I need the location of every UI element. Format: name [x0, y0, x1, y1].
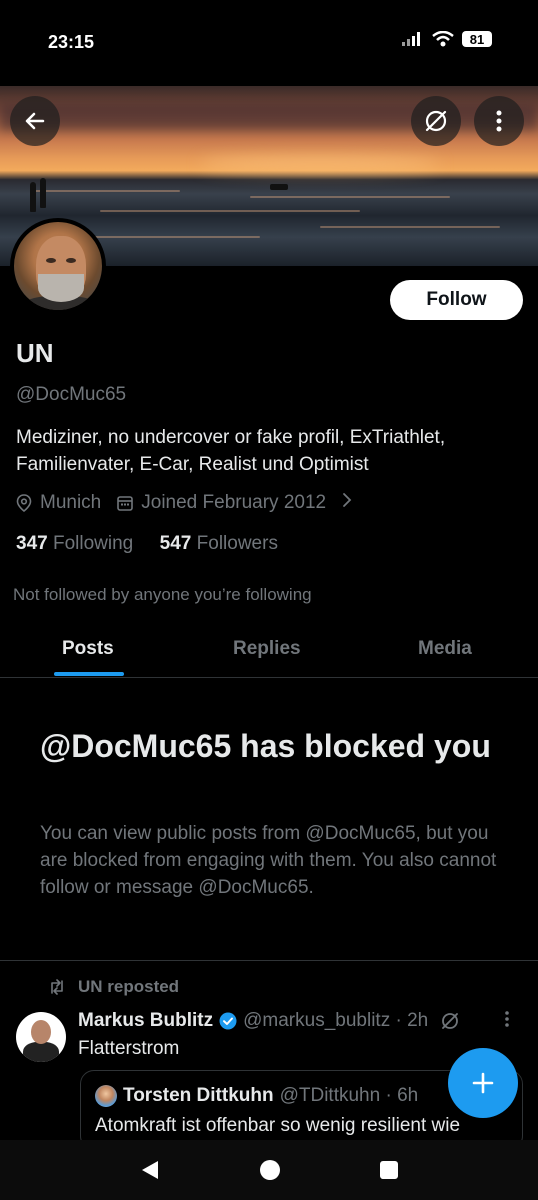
- system-nav-bar: [0, 1140, 538, 1200]
- avatar-beard: [38, 274, 84, 302]
- followers-label: Followers: [196, 533, 278, 554]
- active-tab-indicator: [54, 672, 124, 676]
- repost-label[interactable]: UN reposted: [78, 977, 179, 997]
- avatar-eye: [66, 258, 76, 263]
- profile-location: Munich: [40, 492, 102, 513]
- divider: [0, 960, 538, 961]
- quoted-author-avatar: [95, 1085, 117, 1107]
- profile-meta: Munich Joined February 2012: [16, 492, 352, 514]
- plus-icon: [472, 1072, 494, 1094]
- post-more-button[interactable]: [504, 1010, 510, 1033]
- status-bar: 23:15 81: [0, 0, 538, 86]
- compose-post-button[interactable]: [448, 1048, 518, 1118]
- profile-bio: Mediziner, no undercover or fake profil,…: [16, 427, 446, 475]
- grok-button[interactable]: [411, 96, 461, 146]
- back-button[interactable]: [10, 96, 60, 146]
- profile-avatar[interactable]: [10, 218, 106, 314]
- banner-person: [40, 178, 46, 208]
- verified-badge-icon: [219, 1012, 237, 1030]
- nav-home-icon[interactable]: [259, 1159, 281, 1181]
- back-arrow-icon: [25, 112, 45, 130]
- profile-tabs: Posts Replies Media: [0, 622, 538, 678]
- nav-back-icon[interactable]: [139, 1159, 161, 1181]
- banner-wave: [250, 196, 450, 198]
- post-header: Markus Bublitz @markus_bublitz · 2h: [78, 1010, 460, 1032]
- banner-wave: [100, 210, 360, 212]
- follow-counts: 347 Following 547 Followers: [16, 533, 278, 555]
- battery-indicator: 81: [462, 31, 492, 47]
- not-followed-note: Not followed by anyone you’re following: [13, 585, 312, 604]
- grok-icon[interactable]: [440, 1011, 460, 1031]
- tab-posts[interactable]: Posts: [62, 638, 114, 660]
- status-icons: 81: [402, 31, 492, 47]
- grok-icon: [425, 110, 447, 132]
- quoted-post-text: Atomkraft ist offenbar so wenig resilien…: [95, 1115, 461, 1136]
- quoted-author-name: Torsten Dittkuhn: [123, 1085, 274, 1106]
- more-vertical-icon: [505, 1011, 509, 1027]
- banner-wave: [320, 226, 500, 228]
- following-count: 347: [16, 533, 48, 554]
- calendar-icon: [117, 495, 134, 511]
- tab-replies[interactable]: Replies: [233, 638, 301, 660]
- banner-glow: [200, 156, 440, 172]
- wifi-icon: [432, 31, 454, 47]
- signal-icon: [402, 32, 420, 46]
- profile-joined: Joined February 2012: [141, 492, 327, 513]
- nav-recents-icon[interactable]: [379, 1160, 399, 1180]
- more-vertical-icon: [496, 110, 502, 132]
- location-pin-icon: [16, 494, 32, 512]
- blocked-description: You can view public posts from @DocMuc65…: [40, 823, 497, 898]
- quoted-post-header: Torsten Dittkuhn @TDittkuhn · 6h: [95, 1085, 418, 1107]
- quoted-author-meta: @TDittkuhn · 6h: [279, 1085, 419, 1106]
- followers-count: 547: [159, 533, 192, 554]
- chevron-right-icon[interactable]: [342, 492, 352, 514]
- banner-person: [30, 182, 36, 212]
- repost-indicator: UN reposted: [48, 977, 179, 997]
- banner-boat: [270, 184, 288, 190]
- profile-name: UN: [16, 338, 54, 368]
- profile-handle: @DocMuc65: [16, 384, 127, 405]
- post-text: Flatterstrom: [78, 1038, 180, 1059]
- followers-link[interactable]: 547 Followers: [160, 533, 278, 554]
- post-author-avatar[interactable]: [16, 1012, 66, 1062]
- avatar-body: [23, 1042, 59, 1062]
- status-time: 23:15: [48, 32, 95, 52]
- avatar-eye: [46, 258, 56, 263]
- tab-media[interactable]: Media: [418, 638, 472, 660]
- blocked-title: @DocMuc65 has blocked you: [40, 728, 491, 764]
- follow-button[interactable]: Follow: [390, 280, 523, 320]
- following-link[interactable]: 347 Following: [16, 533, 133, 554]
- repost-icon: [51, 979, 63, 995]
- post-author-name[interactable]: Markus Bublitz: [78, 1010, 213, 1032]
- avatar-head: [31, 1020, 51, 1044]
- more-options-button[interactable]: [474, 96, 524, 146]
- banner-wave: [30, 190, 180, 192]
- following-label: Following: [52, 533, 134, 554]
- post-author-meta[interactable]: @markus_bublitz · 2h: [243, 1010, 428, 1032]
